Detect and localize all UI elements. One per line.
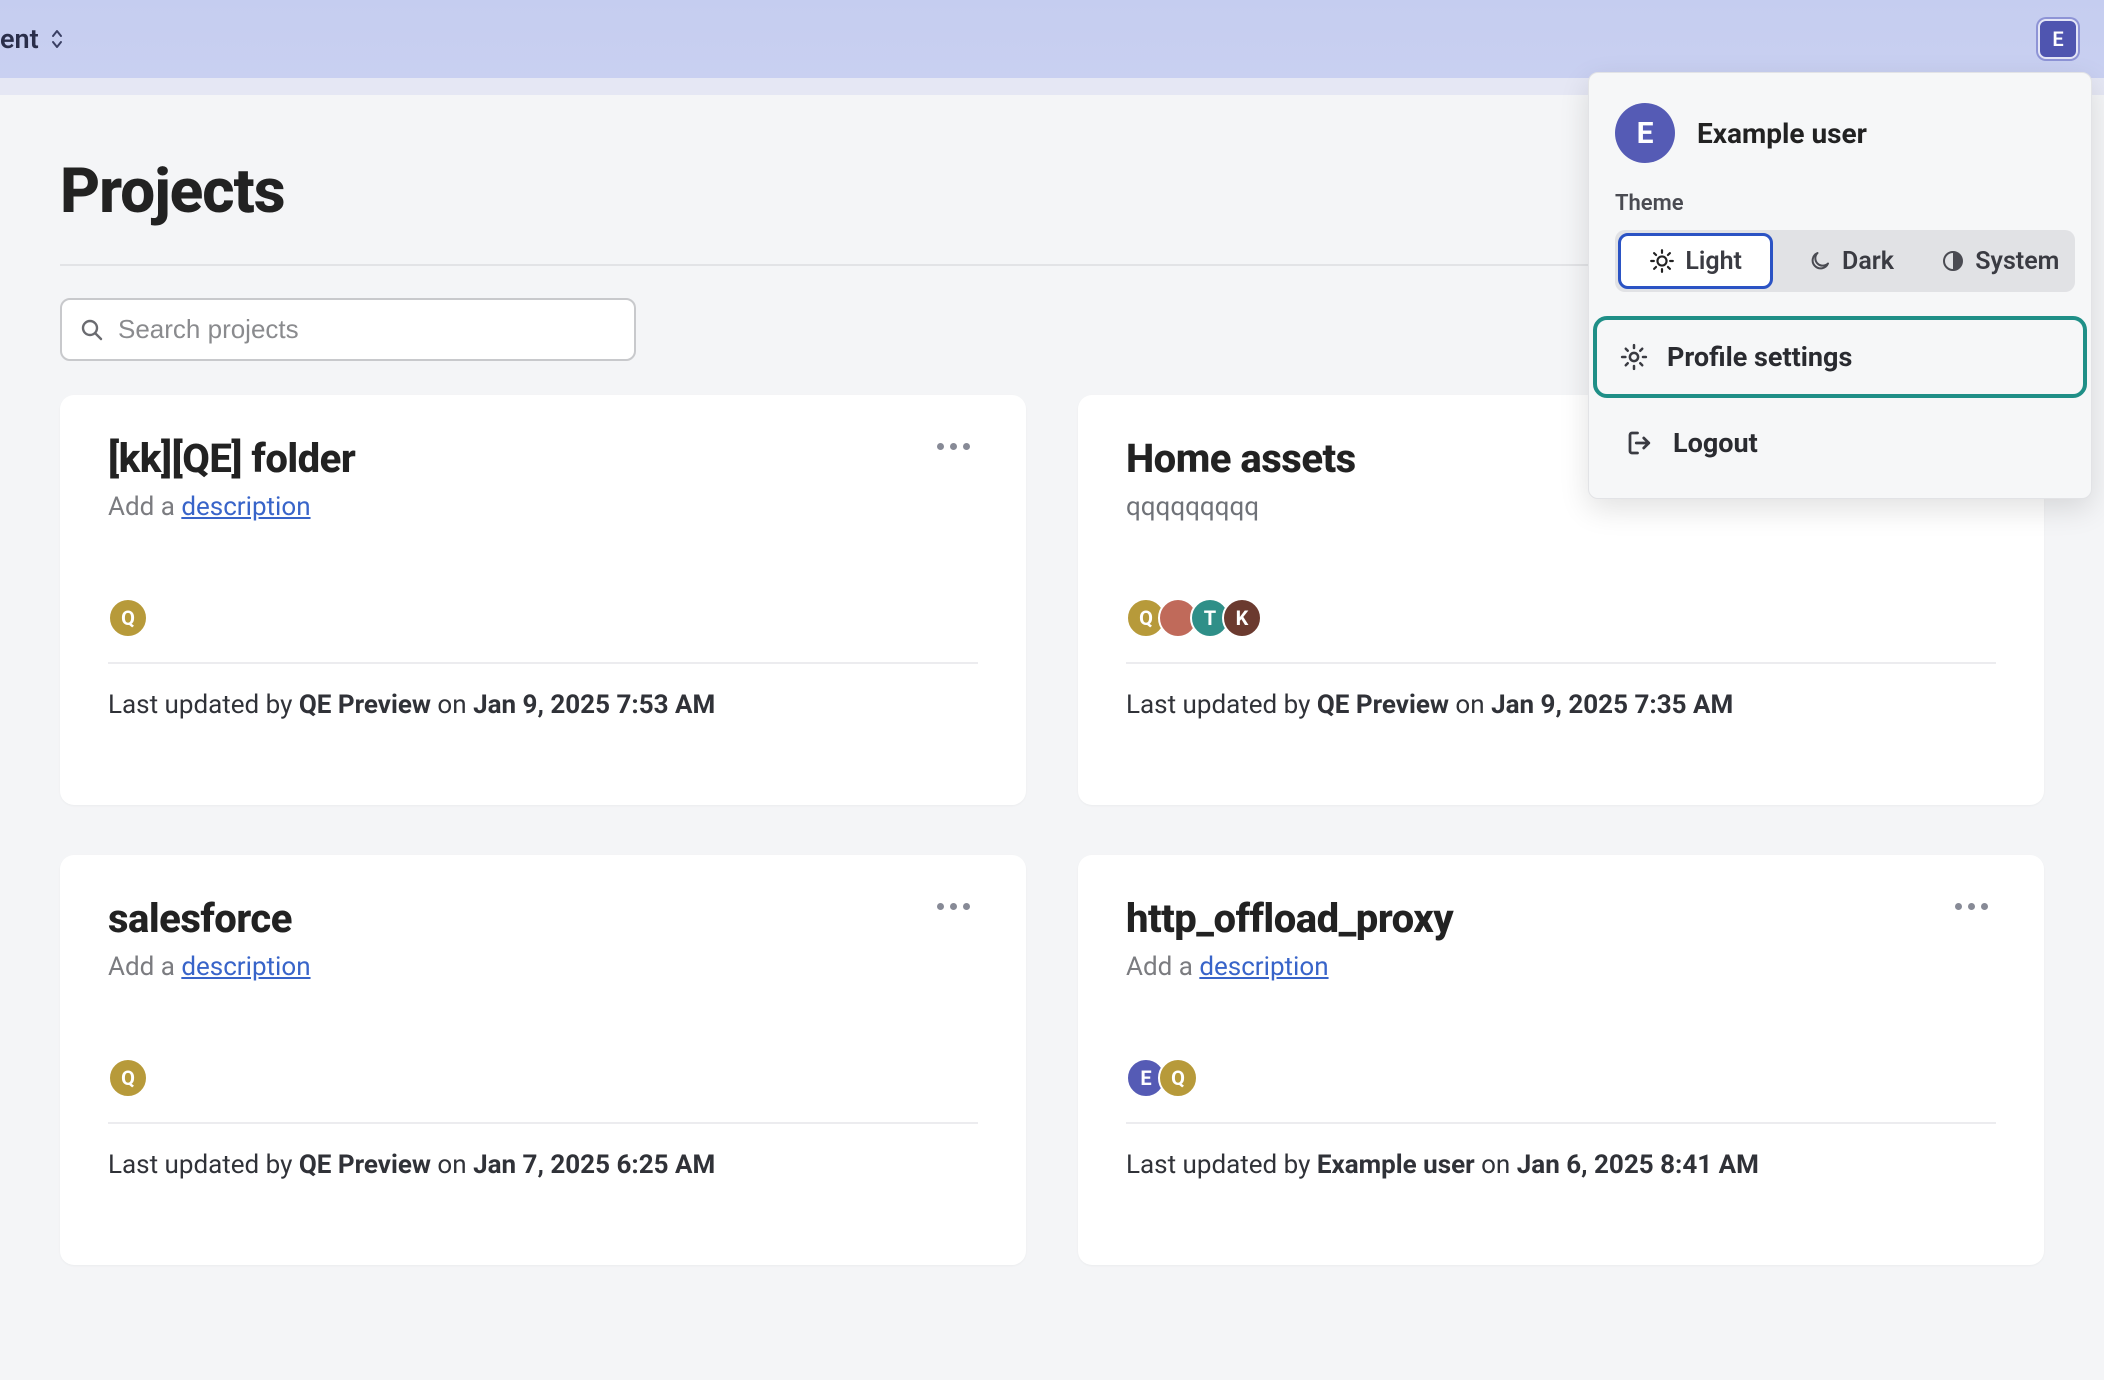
search-field[interactable] <box>60 298 636 361</box>
member-avatar[interactable]: K <box>1222 598 1262 638</box>
projects-grid: [kk][QE] folder Add a description Q Last up… <box>60 395 2044 1265</box>
last-updated-text: Last updated by Example user on Jan 6, 2… <box>1126 1150 1996 1180</box>
add-description-link[interactable]: description <box>1199 952 1328 982</box>
member-avatar[interactable]: Q <box>108 1058 148 1098</box>
add-description-link[interactable]: description <box>181 952 310 982</box>
more-menu-button[interactable] <box>929 435 978 458</box>
more-menu-button[interactable] <box>1947 895 1996 918</box>
project-members: EQ <box>1126 1058 1996 1098</box>
member-avatar[interactable]: Q <box>1158 1058 1198 1098</box>
profile-settings-item[interactable]: Profile settings <box>1593 316 2087 398</box>
theme-section: Theme Light <box>1589 191 2091 310</box>
project-title: salesforce <box>108 895 292 942</box>
search-icon <box>80 318 104 342</box>
project-members: QTK <box>1126 598 1996 638</box>
logout-icon <box>1625 428 1655 458</box>
logout-item[interactable]: Logout <box>1599 404 2081 482</box>
theme-option-dark[interactable]: Dark <box>1776 230 1925 292</box>
context-switcher[interactable]: ent <box>0 23 65 55</box>
member-avatar[interactable]: Q <box>108 598 148 638</box>
logout-label: Logout <box>1673 427 1758 459</box>
project-description: Add a description <box>108 952 978 982</box>
user-menu-header: E Example user <box>1589 73 2091 191</box>
search-input[interactable] <box>118 314 616 345</box>
theme-light-label: Light <box>1685 247 1742 276</box>
moon-icon <box>1808 249 1832 273</box>
project-title: http_offload_proxy <box>1126 895 1453 942</box>
add-description-link[interactable]: description <box>181 492 310 522</box>
sun-icon <box>1649 248 1675 274</box>
last-updated-text: Last updated by QE Preview on Jan 9, 202… <box>1126 690 1996 720</box>
divider <box>1126 662 1996 664</box>
project-title: Home assets <box>1126 435 1356 482</box>
user-avatar-button[interactable]: E <box>2038 19 2078 59</box>
context-label: ent <box>0 23 39 55</box>
theme-option-system[interactable]: System <box>1926 230 2075 292</box>
project-card[interactable]: salesforce Add a description Q Last updated… <box>60 855 1026 1265</box>
divider <box>108 662 978 664</box>
project-card[interactable]: http_offload_proxy Add a description EQ Las… <box>1078 855 2044 1265</box>
more-menu-button[interactable] <box>929 895 978 918</box>
project-title: [kk][QE] folder <box>108 435 355 482</box>
divider <box>1126 1122 1996 1124</box>
user-menu-avatar: E <box>1615 103 1675 163</box>
theme-option-light[interactable]: Light <box>1618 233 1773 289</box>
theme-segmented: Light Dark System <box>1615 230 2075 292</box>
theme-dark-label: Dark <box>1842 247 1894 276</box>
avatar-letter: E <box>2052 27 2063 51</box>
gear-icon <box>1619 342 1649 372</box>
contrast-icon <box>1941 249 1965 273</box>
project-card[interactable]: [kk][QE] folder Add a description Q Last up… <box>60 395 1026 805</box>
theme-system-label: System <box>1975 247 2059 276</box>
project-description: Add a description <box>108 492 978 522</box>
profile-settings-label: Profile settings <box>1667 341 1852 373</box>
project-description: Add a description <box>1126 952 1996 982</box>
theme-label: Theme <box>1615 191 2075 216</box>
project-members: Q <box>108 1058 978 1098</box>
divider <box>108 1122 978 1124</box>
chevron-updown-icon <box>49 28 65 50</box>
user-menu-username: Example user <box>1697 117 1867 150</box>
last-updated-text: Last updated by QE Preview on Jan 7, 202… <box>108 1150 978 1180</box>
project-members: Q <box>108 598 978 638</box>
user-menu: E Example user Theme L <box>1588 72 2092 499</box>
last-updated-text: Last updated by QE Preview on Jan 9, 202… <box>108 690 978 720</box>
topbar: ent E <box>0 0 2104 78</box>
